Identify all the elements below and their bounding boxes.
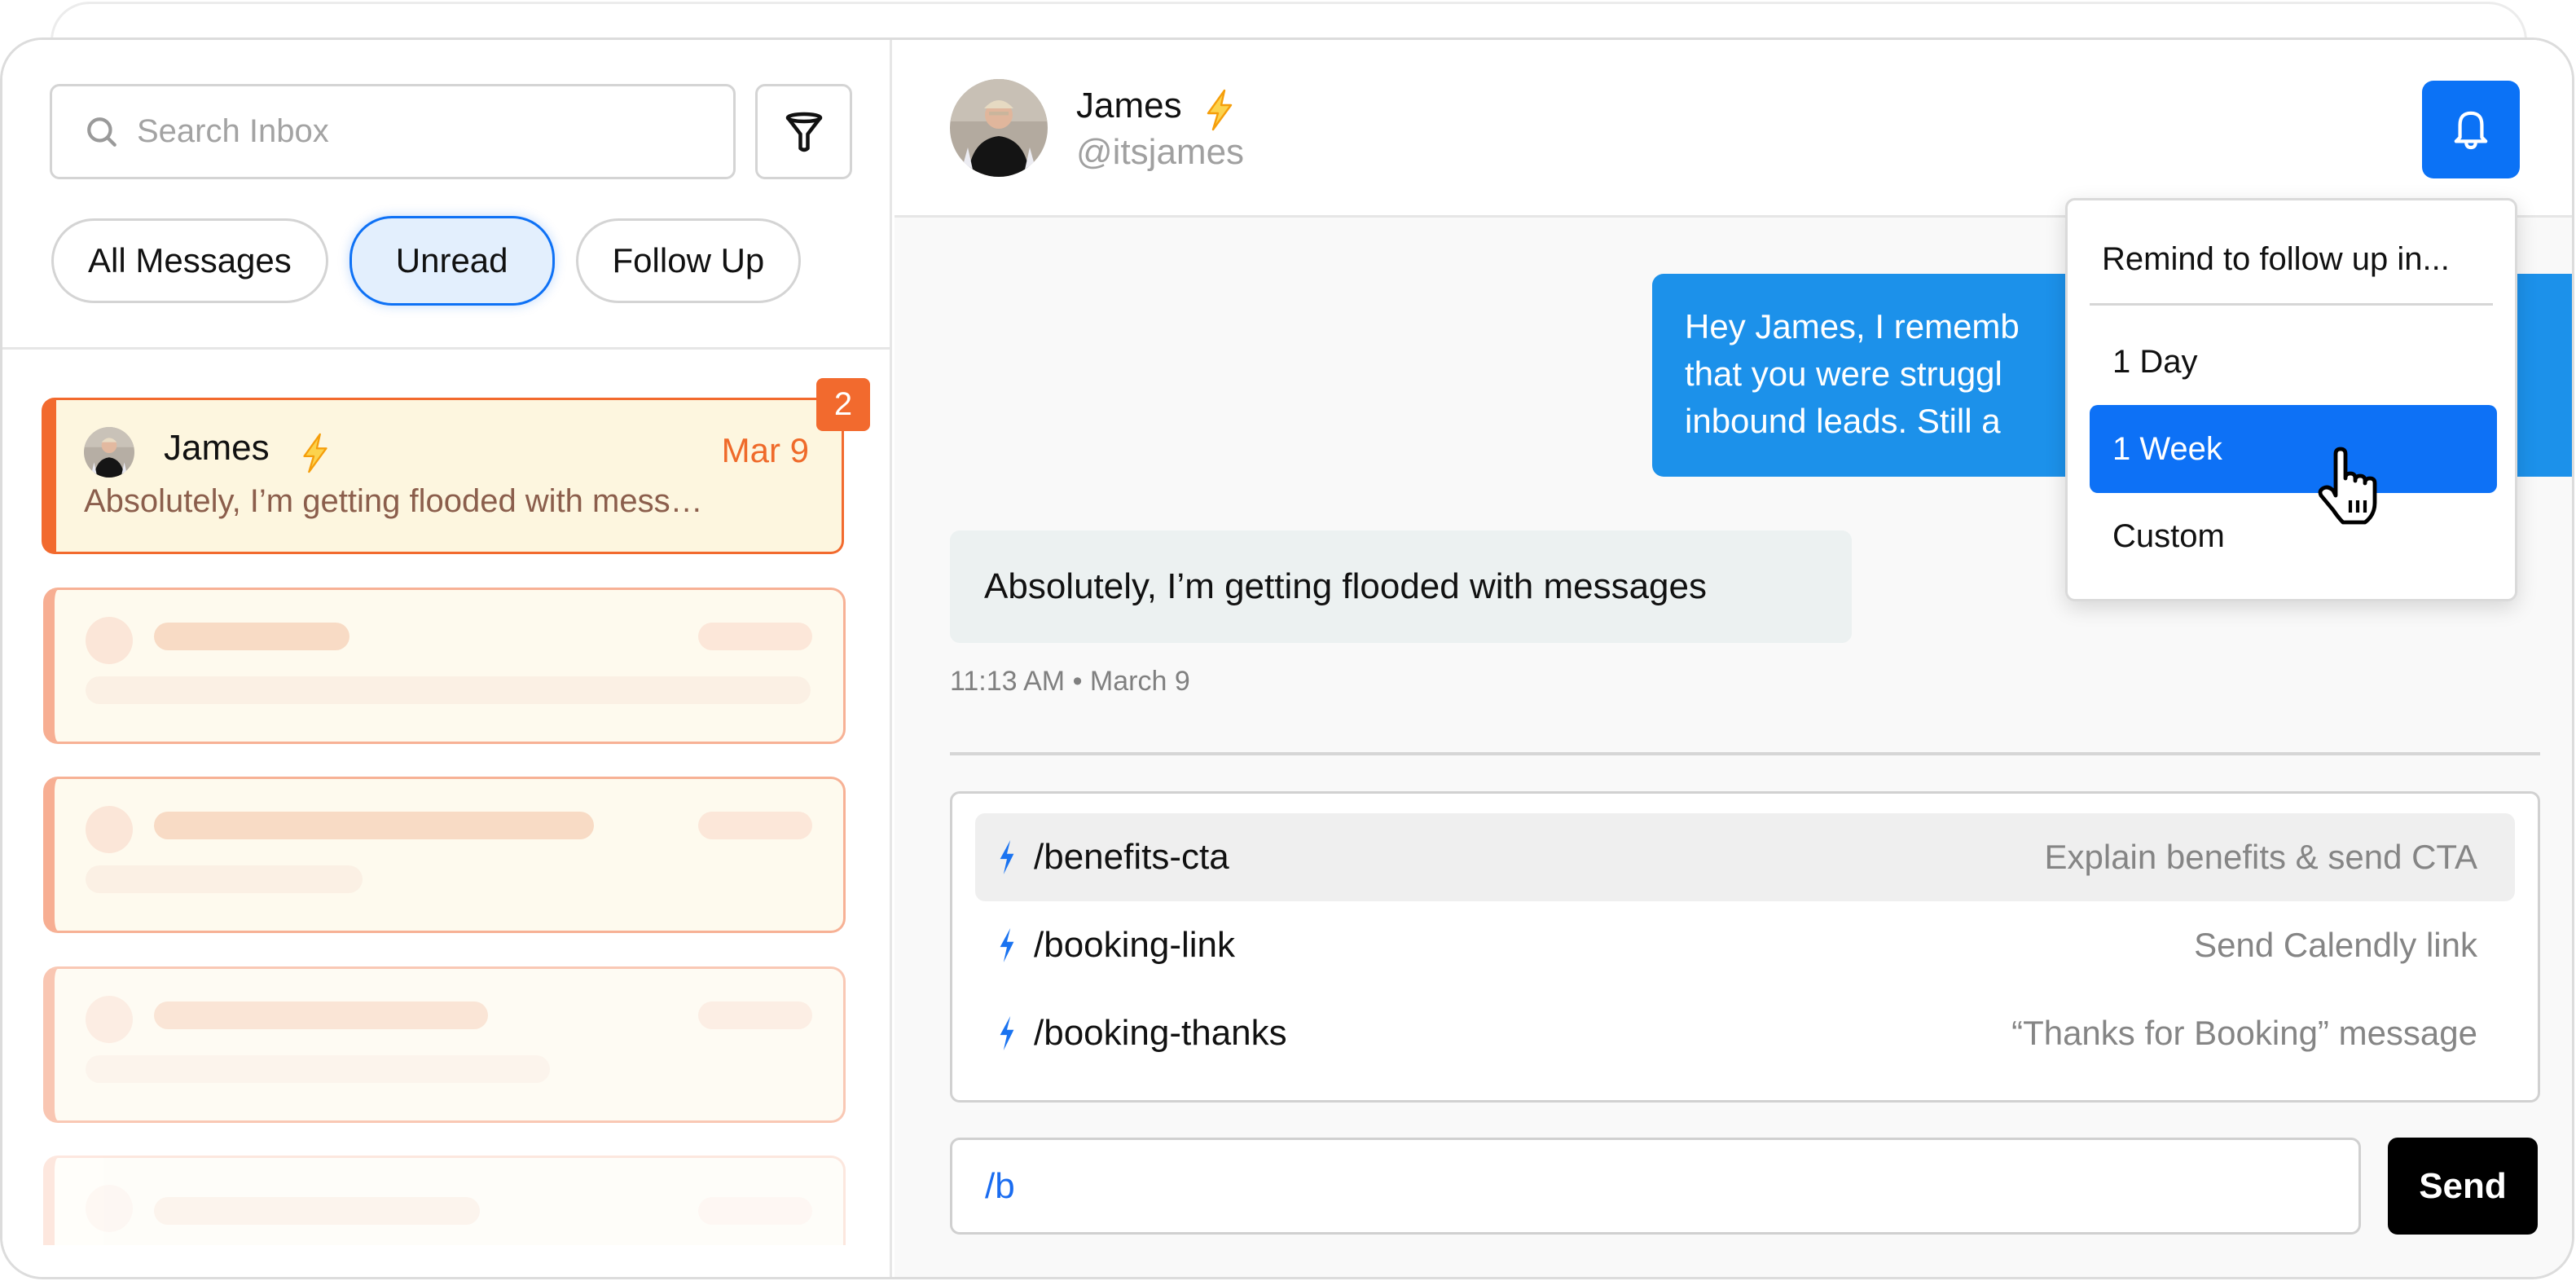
lightning-icon [1000, 1016, 1014, 1050]
tab-unread[interactable]: Unread [349, 216, 555, 306]
contact-handle: @itsjames [1076, 132, 1245, 172]
tab-follow-up[interactable]: Follow Up [575, 218, 802, 303]
menu-item-custom[interactable]: Custom [2090, 492, 2497, 580]
filter-button[interactable] [755, 84, 852, 179]
tab-all-messages[interactable]: All Messages [51, 218, 328, 303]
conversation-sidebar: All Messages Unread Follow Up James Ma [2, 40, 892, 1277]
message-text: Absolutely, I’m getting flooded with mes… [984, 566, 1707, 606]
message-input[interactable] [985, 1165, 2288, 1207]
snippet-option[interactable]: /booking-thanks “Thanks for Booking” mes… [975, 989, 2515, 1077]
follow-up-reminder-button[interactable] [2422, 81, 2520, 178]
conversation-placeholder [43, 1156, 846, 1245]
conversation-preview: Absolutely, I’m getting flooded with mes… [84, 483, 703, 519]
send-button[interactable]: Send [2388, 1138, 2538, 1235]
lightning-icon [1000, 840, 1014, 874]
snippet-option[interactable]: /booking-link Send Calendly link [975, 901, 2515, 989]
conversation-placeholder [43, 966, 846, 1123]
hand-pointer-cursor-icon [2318, 447, 2377, 525]
filter-funnel-icon [785, 112, 822, 152]
menu-title: Remind to follow up in... [2102, 241, 2450, 277]
bell-icon [2454, 111, 2488, 150]
lightning-icon [1207, 89, 1233, 131]
conversation-placeholder [43, 777, 846, 933]
snippet-option[interactable]: /benefits-cta Explain benefits & send CT… [975, 813, 2515, 901]
avatar [84, 427, 134, 478]
contact-name: James [1076, 86, 1182, 125]
divider [950, 752, 2540, 755]
search-field[interactable] [50, 84, 736, 179]
follow-up-reminder-menu: Remind to follow up in... 1 Day 1 Week C… [2065, 198, 2517, 601]
menu-item-1-week[interactable]: 1 Week [2090, 405, 2497, 493]
chat-header: James @itsjames [895, 40, 2572, 218]
message-composer[interactable] [950, 1138, 2361, 1235]
search-input[interactable] [137, 113, 707, 150]
menu-item-1-day[interactable]: 1 Day [2090, 318, 2497, 406]
search-icon [87, 117, 116, 147]
lightning-icon [1000, 928, 1014, 962]
conversation-date: Mar 9 [721, 431, 809, 469]
lightning-icon [303, 433, 327, 473]
unread-count-badge: 2 [816, 378, 870, 431]
divider [2, 347, 890, 350]
avatar [950, 79, 1048, 177]
filter-tabs: All Messages Unread Follow Up [51, 216, 802, 306]
snippet-suggestions: /benefits-cta Explain benefits & send CT… [950, 791, 2540, 1103]
conversation-item[interactable]: James Mar 9 Absolutely, I’m getting floo… [42, 398, 844, 554]
message-timestamp: 11:13 AM • March 9 [950, 666, 1190, 697]
contact-name: James [164, 428, 270, 468]
conversation-placeholder [43, 588, 846, 744]
divider [2090, 303, 2493, 306]
incoming-message: Absolutely, I’m getting flooded with mes… [950, 530, 1852, 643]
